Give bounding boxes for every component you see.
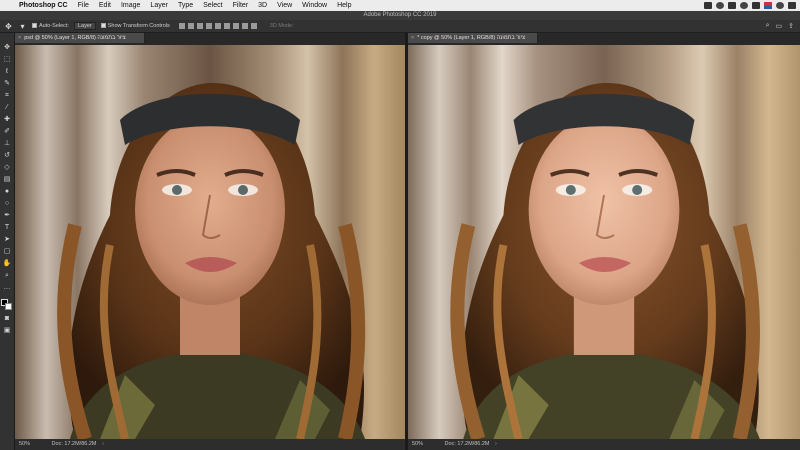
options-right: ⌕ ▭ ⇪ — [766, 22, 800, 30]
tools-panel: ✥ ⬚ ℓ ✎ ⌗ ⁄ ✚ ✐ ⊥ ↺ ◇ ▤ ● ○ ✒ T ➤ ▢ ✋ ⌕ … — [0, 33, 15, 450]
document-tab-retouched[interactable]: × * copy @ 50% (Layer 1, RGB/8) ציור בתמו… — [408, 33, 538, 43]
status-app-icon[interactable] — [704, 2, 712, 9]
distribute-icon[interactable] — [232, 23, 239, 29]
quick-select-icon[interactable]: ✎ — [2, 79, 12, 88]
align-top-icon[interactable] — [205, 23, 212, 29]
align-buttons — [178, 23, 257, 29]
align-right-icon[interactable] — [196, 23, 203, 29]
align-left-icon[interactable] — [178, 23, 185, 29]
menu-window[interactable]: Window — [297, 0, 332, 11]
move-icon[interactable]: ✥ — [2, 43, 12, 52]
blur-icon[interactable]: ● — [2, 187, 12, 196]
history-brush-icon[interactable]: ↺ — [2, 151, 12, 160]
zoom-level[interactable]: 50% — [19, 441, 30, 447]
zoom-level[interactable]: 50% — [412, 441, 423, 447]
eyedropper-icon[interactable]: ⁄ — [2, 103, 12, 112]
chevron-down-icon[interactable]: ▾ — [18, 22, 27, 31]
3d-mode-label: 3D Mode: — [269, 23, 294, 29]
checkbox-icon — [100, 23, 106, 29]
gradient-icon[interactable]: ▤ — [2, 175, 12, 184]
menu-help[interactable]: Help — [332, 0, 356, 11]
menu-type[interactable]: Type — [173, 0, 198, 11]
status-bar-original: 50% Doc: 17.2M/86.2M › — [15, 439, 405, 450]
distribute-h-icon[interactable] — [250, 23, 257, 29]
canvas-retouched[interactable] — [408, 45, 800, 439]
menu-image[interactable]: Image — [116, 0, 145, 11]
more-tools-icon[interactable]: … — [2, 283, 12, 292]
shape-icon[interactable]: ▢ — [2, 247, 12, 256]
menu-file[interactable]: File — [73, 0, 94, 11]
status-input-flag-icon[interactable] — [764, 2, 772, 9]
zoom-icon[interactable]: ⌕ — [2, 271, 12, 280]
checkbox-icon — [32, 23, 37, 29]
menu-layer[interactable]: Layer — [145, 0, 173, 11]
screen-mode-icon[interactable]: ▣ — [2, 326, 12, 335]
menu-filter[interactable]: Filter — [228, 0, 254, 11]
chevron-right-icon[interactable]: › — [495, 441, 497, 447]
align-center-icon[interactable] — [187, 23, 194, 29]
status-wifi-icon[interactable] — [752, 2, 760, 9]
lasso-icon[interactable]: ℓ — [2, 67, 12, 76]
menu-select[interactable]: Select — [198, 0, 227, 11]
workspace-icon[interactable]: ▭ — [776, 22, 783, 30]
menubar-status-area — [704, 2, 800, 9]
menu-3d[interactable]: 3D — [253, 0, 272, 11]
status-search-icon[interactable] — [776, 2, 784, 9]
color-swatches[interactable] — [1, 299, 13, 311]
distribute-v-icon[interactable] — [241, 23, 248, 29]
doc-size: Doc: 17.2M/86.2M — [51, 441, 97, 447]
app-title-bar: Adobe Photoshop CC 2019 — [0, 11, 800, 20]
transform-controls-checkbox[interactable]: Show Transform Controls — [100, 23, 170, 29]
hand-icon[interactable]: ✋ — [2, 259, 12, 268]
menu-app-name[interactable]: Photoshop CC — [14, 0, 73, 11]
menu-view[interactable]: View — [272, 0, 297, 11]
move-tool-icon[interactable]: ✥ — [4, 22, 13, 31]
auto-select-checkbox[interactable]: Auto-Select: — [32, 23, 69, 29]
crop-icon[interactable]: ⌗ — [2, 91, 12, 100]
portrait-image-retouched — [408, 45, 800, 439]
status-menu-icon[interactable] — [788, 2, 796, 9]
eraser-icon[interactable]: ◇ — [2, 163, 12, 172]
doc-size: Doc: 17.2M/86.2M — [444, 441, 490, 447]
stamp-icon[interactable]: ⊥ — [2, 139, 12, 148]
pen-icon[interactable]: ✒ — [2, 211, 12, 220]
status-sync-icon[interactable] — [716, 2, 724, 9]
menu-edit[interactable]: Edit — [94, 0, 116, 11]
canvas-original[interactable] — [15, 45, 405, 439]
status-display-icon[interactable] — [728, 2, 736, 9]
close-icon[interactable]: × — [18, 35, 21, 41]
marquee-icon[interactable]: ⬚ — [2, 55, 12, 64]
document-window-original: ×psd @ 50% (Layer 1, RGB/8) ציור בתמונה — [15, 33, 405, 450]
align-bottom-icon[interactable] — [223, 23, 230, 29]
status-bar-retouched: 50% Doc: 17.2M/86.2M › — [408, 439, 800, 450]
close-icon[interactable]: × — [411, 35, 414, 41]
status-clock-icon[interactable] — [740, 2, 748, 9]
layer-select[interactable]: Layer — [73, 22, 96, 30]
document-window-retouched: × * copy @ 50% (Layer 1, RGB/8) ציור בתמו… — [408, 33, 800, 450]
path-select-icon[interactable]: ➤ — [2, 235, 12, 244]
brush-icon[interactable]: ✐ — [2, 127, 12, 136]
background-color-swatch[interactable] — [5, 303, 12, 310]
share-icon[interactable]: ⇪ — [788, 22, 794, 30]
chevron-right-icon[interactable]: › — [102, 441, 104, 447]
document-tab-original[interactable]: × psd @ 50% (Layer 1, RGB/8) ציור בתמונה — [15, 33, 145, 43]
type-icon[interactable]: T — [2, 223, 12, 232]
align-middle-icon[interactable] — [214, 23, 221, 29]
portrait-image-original — [15, 45, 405, 439]
dodge-icon[interactable]: ○ — [2, 199, 12, 208]
system-menubar: Photoshop CC File Edit Image Layer Type … — [0, 0, 800, 11]
quick-mask-icon[interactable]: ◙ — [2, 314, 12, 323]
healing-icon[interactable]: ✚ — [2, 115, 12, 124]
options-bar: ✥ ▾ Auto-Select: Layer Show Transform Co… — [0, 20, 800, 33]
search-icon[interactable]: ⌕ — [766, 22, 770, 30]
